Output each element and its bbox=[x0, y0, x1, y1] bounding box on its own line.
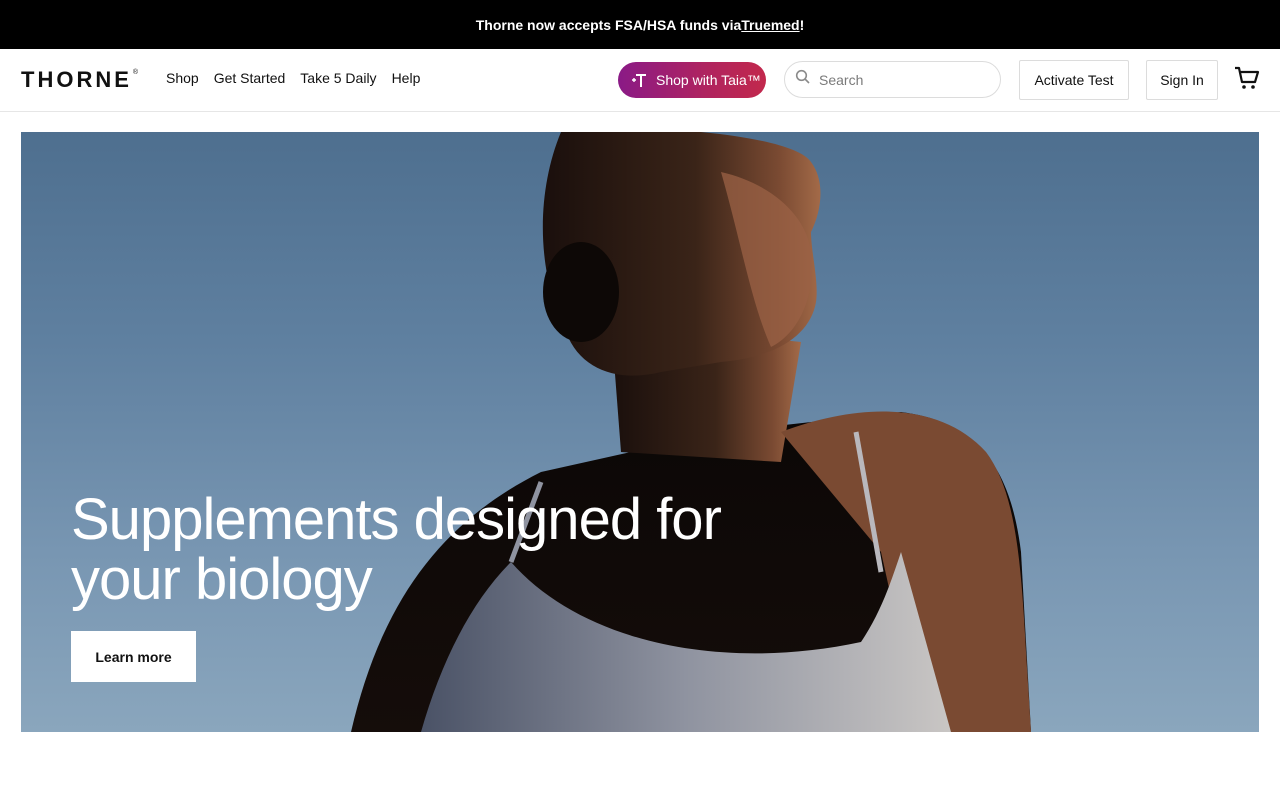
nav-help[interactable]: Help bbox=[392, 70, 421, 86]
hero-banner: Supplements designed for your biology Le… bbox=[21, 132, 1259, 732]
learn-more-button[interactable]: Learn more bbox=[71, 631, 196, 682]
primary-nav: Shop Get Started Take 5 Daily Help bbox=[166, 70, 420, 86]
promo-text: Thorne now accepts FSA/HSA funds via bbox=[475, 16, 742, 33]
search-input[interactable] bbox=[819, 71, 989, 88]
hero-title: Supplements designed for your biology bbox=[71, 487, 722, 612]
main-header: THORNE ® Shop Get Started Take 5 Daily H… bbox=[0, 49, 1280, 112]
sparkle-t-icon bbox=[630, 71, 648, 89]
thorne-logo[interactable]: THORNE ® bbox=[21, 69, 138, 91]
nav-take-5-daily[interactable]: Take 5 Daily bbox=[300, 70, 376, 86]
truemed-link[interactable]: Truemed bbox=[741, 17, 799, 33]
search-box[interactable] bbox=[784, 61, 1001, 98]
search-icon bbox=[795, 69, 811, 90]
sign-in-button[interactable]: Sign In bbox=[1146, 60, 1218, 100]
logo-wordmark: THORNE bbox=[21, 67, 132, 92]
shop-with-taia-button[interactable]: Shop with Taia™ bbox=[618, 62, 766, 98]
nav-shop[interactable]: Shop bbox=[166, 70, 199, 86]
promo-text-end: ! bbox=[799, 16, 805, 33]
nav-get-started[interactable]: Get Started bbox=[214, 70, 286, 86]
hero-woman-photo bbox=[351, 132, 1031, 732]
logo-registered-mark: ® bbox=[132, 69, 139, 76]
taia-label: Shop with Taia™ bbox=[656, 72, 761, 88]
activate-test-button[interactable]: Activate Test bbox=[1019, 60, 1129, 100]
cart-icon[interactable] bbox=[1234, 66, 1260, 90]
promo-banner: Thorne now accepts FSA/HSA funds via Tru… bbox=[0, 0, 1280, 49]
